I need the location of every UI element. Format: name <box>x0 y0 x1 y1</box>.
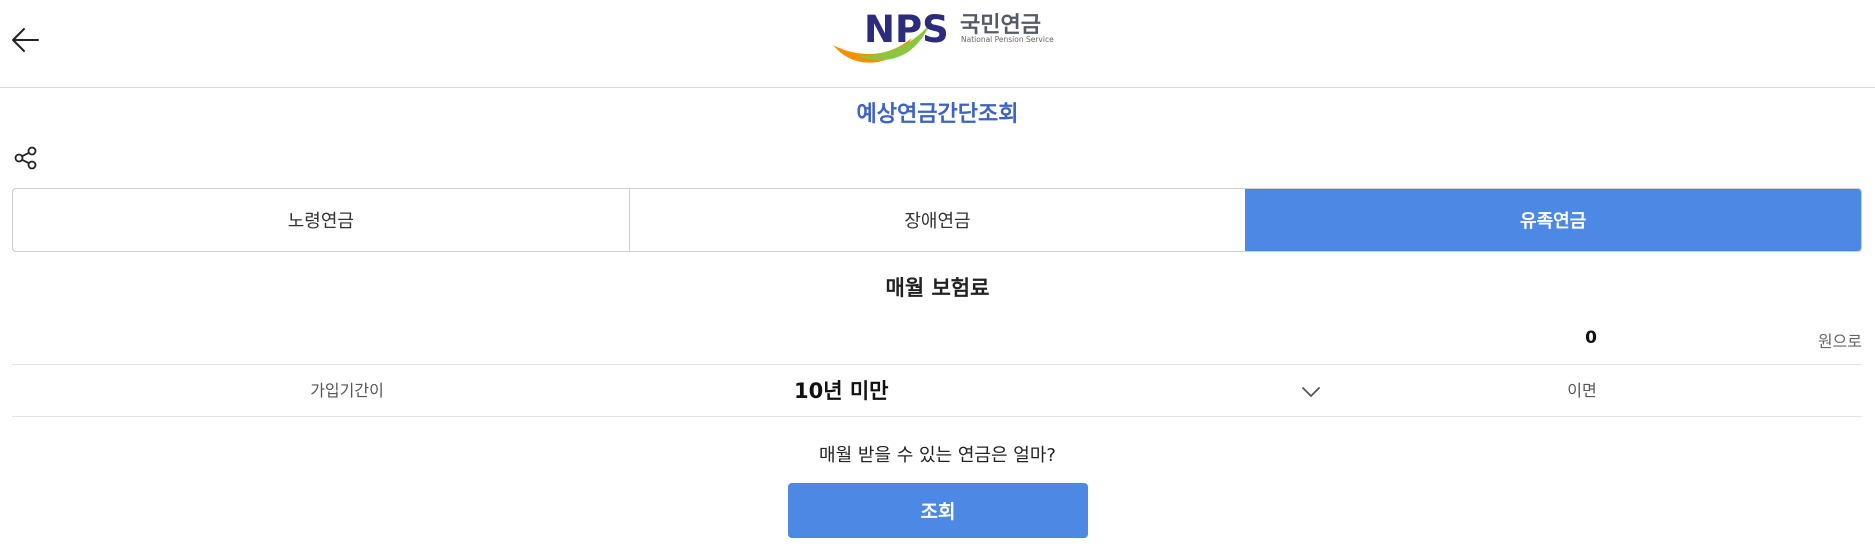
tab-survivor-pension[interactable]: 유족연금 <box>1245 189 1861 251</box>
app-header: NPS 국민연금 National Pension Service <box>0 0 1875 88</box>
page-title: 예상연금간단조회 <box>856 102 1019 127</box>
premium-unit-label: 원으로 <box>1817 332 1862 351</box>
svg-text:National Pension Service: National Pension Service <box>961 35 1054 44</box>
inquiry-button[interactable]: 조회 <box>788 483 1088 538</box>
period-label: 가입기간이 <box>310 381 384 400</box>
period-select[interactable]: 10년 미만 <box>772 370 1332 412</box>
share-button[interactable] <box>12 144 40 172</box>
period-row: 가입기간이 10년 미만 이면 <box>12 366 1862 417</box>
period-selected-value: 10년 미만 <box>794 379 889 403</box>
nps-logo[interactable]: NPS 국민연금 National Pension Service <box>830 8 1056 70</box>
tab-disability-pension[interactable]: 장애연금 <box>628 189 1246 251</box>
premium-row: 0 원으로 <box>12 318 1862 365</box>
pension-type-tabs: 노령연금 장애연금 유족연금 <box>12 188 1862 252</box>
question-text: 매월 받을 수 있는 연금은 얼마? <box>819 445 1056 466</box>
premium-input[interactable]: 0 <box>1585 328 1597 348</box>
tab-old-age-pension[interactable]: 노령연금 <box>13 189 629 251</box>
svg-text:NPS: NPS <box>864 8 949 51</box>
arrow-left-icon <box>12 28 39 52</box>
back-button[interactable] <box>8 22 44 58</box>
premium-section-title: 매월 보험료 <box>885 276 990 300</box>
period-suffix-label: 이면 <box>1567 381 1597 400</box>
chevron-down-icon <box>1302 387 1320 397</box>
share-icon <box>14 146 37 170</box>
